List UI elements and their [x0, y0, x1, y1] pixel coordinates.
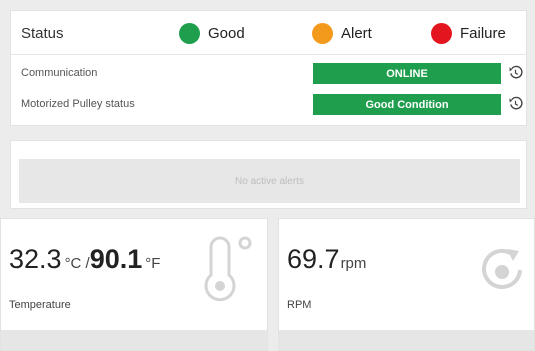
pulley-status-label: Motorized Pulley status [21, 98, 135, 110]
rpm-card: 69.7 rpm RPM [278, 218, 535, 351]
temperature-celsius: 32.3 [9, 244, 62, 274]
legend-alert-label: Alert [341, 25, 372, 42]
temperature-label: Temperature [9, 299, 71, 311]
rotation-icon [482, 248, 522, 289]
communication-status-badge: ONLINE [313, 63, 501, 84]
rpm-unit: rpm [340, 255, 367, 272]
rpm-label: RPM [287, 299, 312, 311]
communication-row: Communication ONLINE [11, 59, 526, 89]
rpm-value: 69.7 rpm [287, 244, 366, 275]
temperature-card: 32.3 °C / 90.1 °F Temperature [0, 218, 268, 351]
good-dot-icon [179, 23, 200, 44]
communication-label: Communication [21, 67, 98, 79]
history-icon[interactable] [508, 65, 523, 80]
rpm-number: 69.7 [287, 244, 340, 274]
celsius-unit: °C / [64, 255, 90, 272]
temperature-value: 32.3 °C / 90.1 °F [9, 244, 160, 275]
pulley-status-row: Motorized Pulley status Good Condition [11, 90, 526, 120]
legend-failure: Failure [431, 23, 506, 44]
pulley-status-badge: Good Condition [313, 94, 501, 115]
failure-dot-icon [431, 23, 452, 44]
legend-good: Good [179, 23, 245, 44]
alert-dot-icon [312, 23, 333, 44]
status-panel: Status Good Alert Failure Communication … [10, 10, 527, 126]
temperature-fahrenheit: 90.1 [89, 244, 143, 274]
rpm-card-footer [279, 330, 534, 350]
alerts-panel: No active alerts [10, 140, 527, 209]
status-legend: Status Good Alert Failure [11, 11, 526, 55]
temperature-card-footer [1, 330, 267, 350]
legend-alert: Alert [312, 23, 372, 44]
fahrenheit-unit: °F [145, 255, 161, 272]
legend-good-label: Good [208, 25, 245, 42]
status-title: Status [21, 25, 64, 42]
thermometer-icon [204, 236, 252, 302]
legend-failure-label: Failure [460, 25, 506, 42]
history-icon[interactable] [508, 96, 523, 111]
no-alerts-message: No active alerts [19, 159, 520, 203]
